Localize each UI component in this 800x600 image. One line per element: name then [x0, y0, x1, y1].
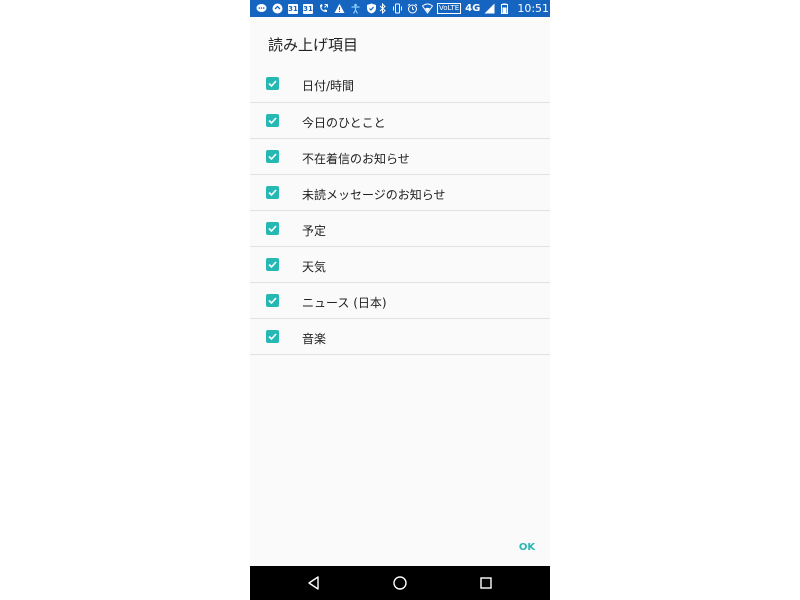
status-bar: 31 31 VoLTE 4G 10:51: [250, 0, 550, 17]
list-item-weather[interactable]: 天気: [250, 247, 550, 283]
checkbox-checked[interactable]: [266, 222, 279, 235]
volte-badge: VoLTE: [437, 3, 462, 14]
network-type: 4G: [465, 3, 481, 14]
checkbox-checked[interactable]: [266, 114, 279, 127]
ok-button[interactable]: OK: [510, 538, 544, 558]
list-item-missed-calls[interactable]: 不在着信のお知らせ: [250, 139, 550, 175]
message-icon: [256, 3, 267, 14]
checkbox-checked[interactable]: [266, 294, 279, 307]
list-item-daily-word[interactable]: 今日のひとこと: [250, 103, 550, 139]
notification-icons: 31 31: [256, 3, 377, 14]
vibrate-icon: [392, 3, 403, 14]
item-label: ニュース (日本): [302, 296, 387, 310]
signal-icon: [484, 3, 495, 14]
calendar-icon: 31: [303, 3, 313, 14]
dialog-title: 読み上げ項目: [268, 36, 359, 54]
list-item-news[interactable]: ニュース (日本): [250, 283, 550, 319]
checkbox-checked[interactable]: [266, 258, 279, 271]
read-aloud-items-list: 日付/時間 今日のひとこと 不在着信のお知らせ 未読メッセージのお知らせ 予定: [250, 66, 550, 355]
calendar-icon: 31: [288, 3, 298, 14]
list-item-schedule[interactable]: 予定: [250, 211, 550, 247]
wifi-icon: [421, 3, 434, 14]
list-item-date-time[interactable]: 日付/時間: [250, 66, 550, 103]
item-label: 未読メッセージのお知らせ: [302, 188, 446, 202]
item-label: 今日のひとこと: [302, 116, 386, 130]
phone-screen: 31 31 VoLTE 4G 10:51 読み上げ項目 日付/時間 今日のひとこ…: [250, 0, 550, 600]
item-label: 音楽: [302, 332, 327, 346]
battery-icon: [499, 3, 510, 14]
checkbox-checked[interactable]: [266, 186, 279, 199]
list-item-unread-messages[interactable]: 未読メッセージのお知らせ: [250, 175, 550, 211]
alarm-icon: [407, 3, 418, 14]
clock: 10:51: [517, 2, 550, 15]
bluetooth-icon: [377, 2, 388, 15]
item-label: 不在着信のお知らせ: [302, 152, 410, 166]
recents-icon[interactable]: [477, 574, 495, 592]
sync-icon: [272, 3, 283, 14]
navigation-bar: [250, 566, 550, 600]
checkbox-checked[interactable]: [266, 330, 279, 343]
system-icons: VoLTE 4G 10:51: [377, 2, 549, 15]
warning-icon: [334, 3, 345, 14]
item-label: 日付/時間: [302, 79, 355, 93]
item-label: 天気: [302, 260, 327, 274]
call-forward-icon: [318, 3, 329, 14]
accessibility-icon: [350, 3, 361, 14]
list-item-music[interactable]: 音楽: [250, 319, 550, 355]
shield-icon: [366, 3, 377, 14]
home-icon[interactable]: [391, 574, 409, 592]
item-label: 予定: [302, 224, 327, 238]
back-icon[interactable]: [305, 574, 323, 592]
checkbox-checked[interactable]: [266, 77, 279, 90]
checkbox-checked[interactable]: [266, 150, 279, 163]
